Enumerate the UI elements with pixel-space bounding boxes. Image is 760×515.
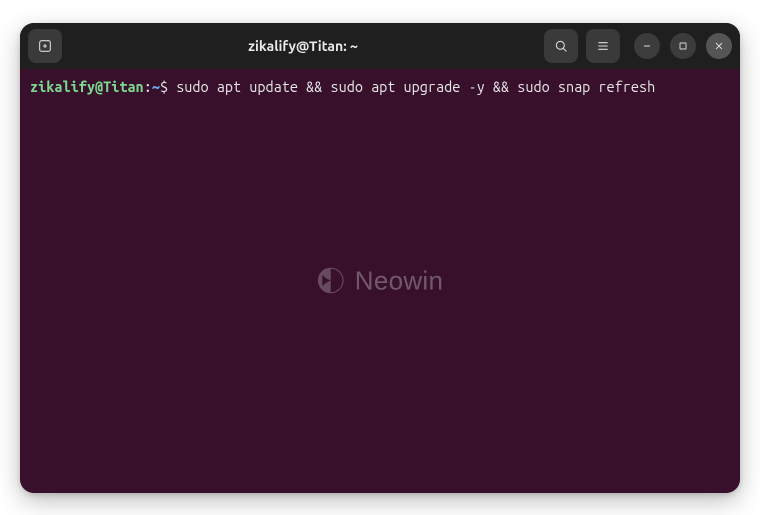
window-controls bbox=[634, 33, 732, 59]
titlebar-right bbox=[544, 29, 732, 63]
prompt-path: ~ bbox=[152, 78, 160, 95]
titlebar-left bbox=[28, 29, 62, 63]
maximize-icon bbox=[677, 40, 689, 52]
minimize-icon bbox=[641, 40, 653, 52]
prompt-user-host: zikalify@Titan bbox=[30, 78, 144, 95]
hamburger-icon bbox=[595, 38, 611, 54]
search-button[interactable] bbox=[544, 29, 578, 63]
window-title: zikalify@Titan: ~ bbox=[62, 38, 544, 54]
terminal-body[interactable]: zikalify@Titan:~$ sudo apt update && sud… bbox=[20, 69, 740, 493]
close-icon bbox=[713, 40, 725, 52]
new-tab-button[interactable] bbox=[28, 29, 62, 63]
prompt-line: zikalify@Titan:~$ sudo apt update && sud… bbox=[30, 77, 730, 97]
terminal-window: zikalify@Titan: ~ bbox=[20, 23, 740, 493]
maximize-button[interactable] bbox=[670, 33, 696, 59]
menu-button[interactable] bbox=[586, 29, 620, 63]
new-tab-icon bbox=[37, 38, 53, 54]
command-value: sudo apt update && sudo apt upgrade -y &… bbox=[176, 78, 655, 95]
close-button[interactable] bbox=[706, 33, 732, 59]
titlebar: zikalify@Titan: ~ bbox=[20, 23, 740, 69]
prompt-symbol: $ bbox=[160, 78, 168, 95]
search-icon bbox=[553, 38, 569, 54]
neowin-logo-icon bbox=[317, 267, 345, 295]
prompt-separator: : bbox=[144, 78, 152, 95]
watermark: Neowin bbox=[317, 263, 444, 298]
minimize-button[interactable] bbox=[634, 33, 660, 59]
watermark-text: Neowin bbox=[355, 263, 444, 298]
command-text: sudo apt update && sudo apt upgrade -y &… bbox=[168, 78, 655, 95]
